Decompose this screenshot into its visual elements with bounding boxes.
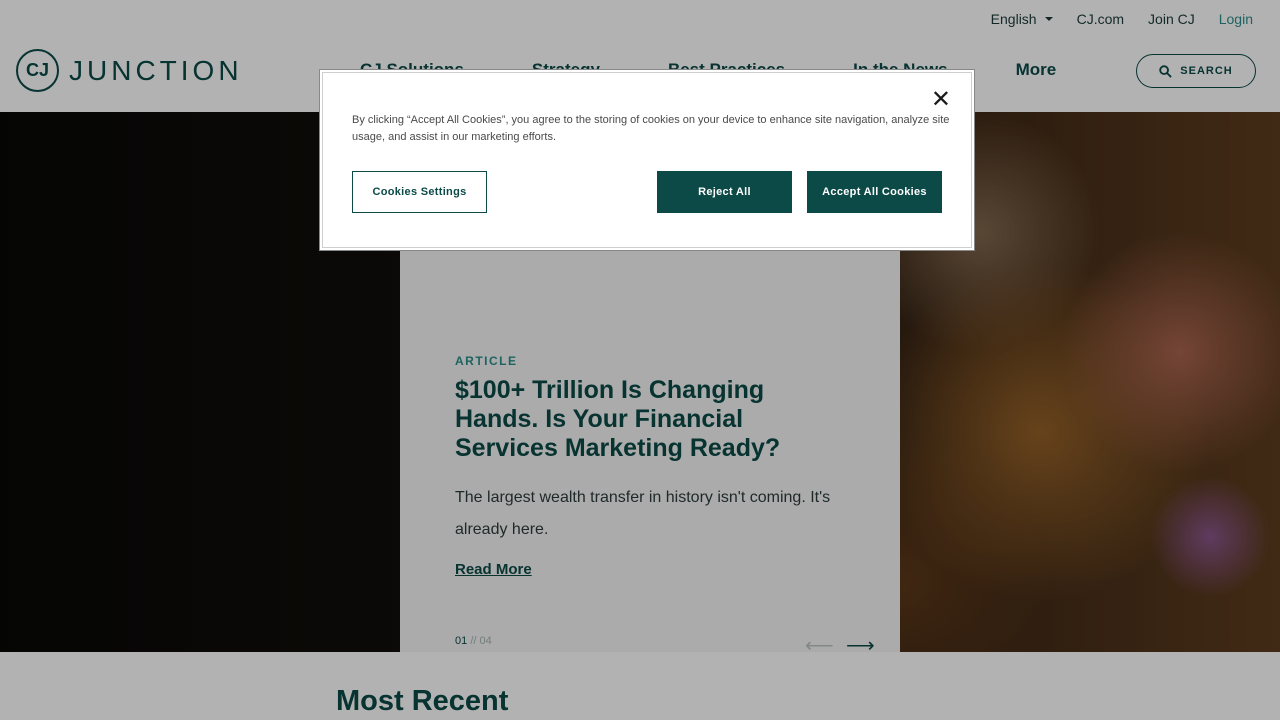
reject-all-button[interactable]: Reject All (657, 171, 792, 213)
cookie-notice-text: By clicking “Accept All Cookies”, you ag… (352, 114, 950, 143)
close-icon[interactable]: ✕ (931, 85, 951, 114)
accept-all-cookies-button[interactable]: Accept All Cookies (807, 171, 942, 213)
cookies-settings-button[interactable]: Cookies Settings (352, 171, 487, 213)
cookie-consent-dialog: ✕ By clicking “Accept All Cookies”, you … (322, 72, 972, 248)
